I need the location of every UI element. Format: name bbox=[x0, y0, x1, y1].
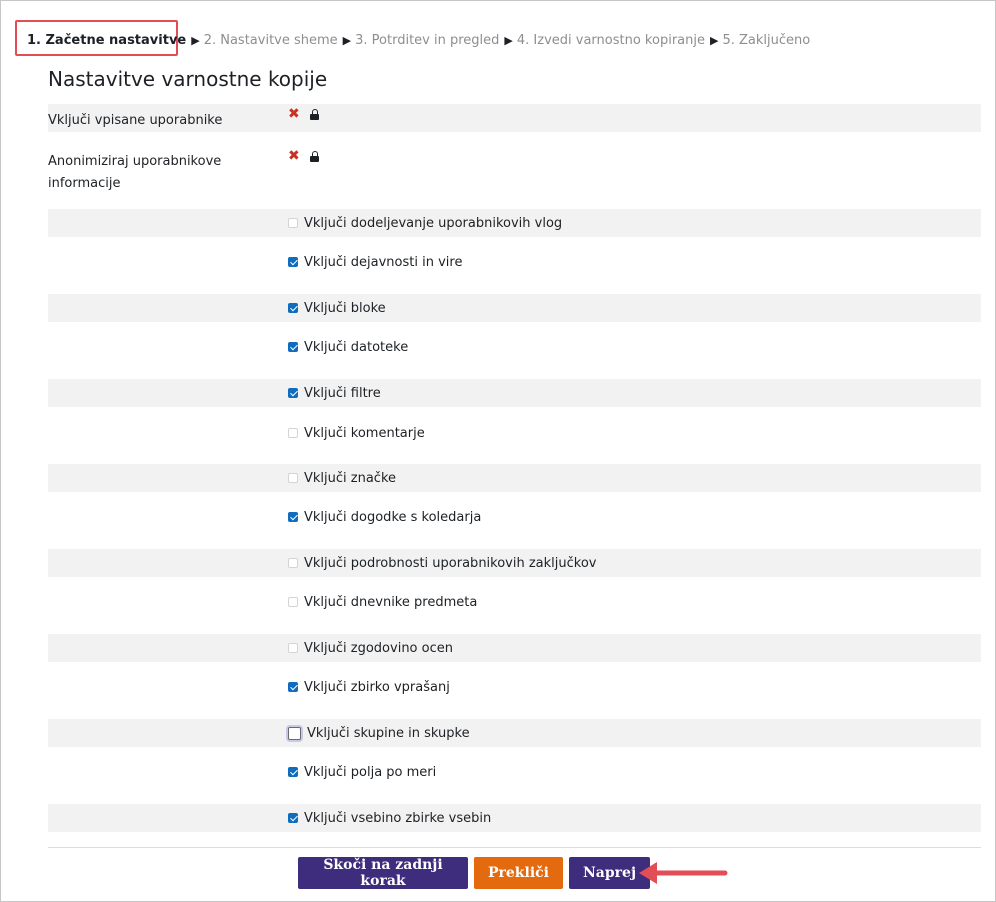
checkbox[interactable] bbox=[288, 643, 298, 653]
option-blocks[interactable]: Vključi bloke bbox=[288, 294, 386, 322]
checkbox[interactable] bbox=[288, 558, 298, 568]
checkbox[interactable] bbox=[288, 682, 298, 692]
option-row: Vključi dejavnosti in vire bbox=[48, 248, 981, 276]
option-label: Vključi skupine in skupke bbox=[307, 725, 470, 741]
step-arrow-icon: ▶ bbox=[191, 34, 200, 47]
backup-settings-panel: 1. Začetne nastavitve ▶ 2. Nastavitve sh… bbox=[0, 0, 996, 902]
progress-steps: 1. Začetne nastavitve ▶ 2. Nastavitve sh… bbox=[27, 33, 810, 48]
option-label: Vključi podrobnosti uporabnikovih zaklju… bbox=[304, 555, 597, 571]
option-label: Vključi filtre bbox=[304, 385, 381, 401]
setting-label: Anonimiziraj uporabnikove informacije bbox=[48, 154, 222, 191]
setting-state: ✖ bbox=[288, 149, 320, 163]
option-role-assignments[interactable]: Vključi dodeljevanje uporabnikovih vlog bbox=[288, 209, 562, 237]
lock-icon bbox=[309, 108, 320, 120]
setting-row-anonymize: Anonimiziraj uporabnikove informacije ✖ bbox=[48, 146, 981, 196]
option-filters[interactable]: Vključi filtre bbox=[288, 379, 381, 407]
option-row: Vključi skupine in skupke bbox=[48, 719, 981, 747]
option-calendar-events[interactable]: Vključi dogodke s koledarja bbox=[288, 503, 481, 531]
option-label: Vključi dejavnosti in vire bbox=[304, 254, 463, 270]
setting-label: Vključi vpisane uporabnike bbox=[48, 113, 223, 128]
step-complete: 5. Zaključeno bbox=[722, 33, 811, 48]
option-label: Vključi značke bbox=[304, 470, 397, 486]
option-comments[interactable]: Vključi komentarje bbox=[288, 419, 425, 447]
option-row: Vključi dogodke s koledarja bbox=[48, 503, 981, 531]
step-initial-settings: 1. Začetne nastavitve bbox=[27, 33, 187, 48]
step-arrow-icon: ▶ bbox=[504, 34, 513, 47]
option-label: Vključi dnevnike predmeta bbox=[304, 594, 478, 610]
checkbox[interactable] bbox=[288, 388, 298, 398]
skip-to-final-step-button[interactable]: Skoči na zadnji korak bbox=[298, 857, 468, 889]
checkbox[interactable] bbox=[288, 473, 298, 483]
option-label: Vključi polja po meri bbox=[304, 764, 437, 780]
option-row: Vključi filtre bbox=[48, 379, 981, 407]
checkbox[interactable] bbox=[288, 218, 298, 228]
option-label: Vključi bloke bbox=[304, 300, 386, 316]
option-label: Vključi zgodovino ocen bbox=[304, 640, 453, 656]
option-groups-groupings[interactable]: Vključi skupine in skupke bbox=[288, 719, 470, 747]
annotation-arrow-icon bbox=[639, 862, 728, 884]
setting-row-enrolled-users: Vključi vpisane uporabnike ✖ bbox=[48, 104, 981, 132]
action-buttons: Skoči na zadnji korak Prekliči Naprej bbox=[298, 857, 651, 889]
step-confirmation-review: 3. Potrditev in pregled bbox=[355, 33, 500, 48]
lock-icon bbox=[309, 150, 320, 162]
step-schema-settings: 2. Nastavitve sheme bbox=[203, 33, 338, 48]
cancel-button[interactable]: Prekliči bbox=[474, 857, 563, 889]
option-content-bank[interactable]: Vključi vsebino zbirke vsebin bbox=[288, 804, 491, 832]
x-icon: ✖ bbox=[288, 148, 300, 164]
option-label: Vključi zbirko vprašanj bbox=[304, 679, 450, 695]
page-title: Nastavitve varnostne kopije bbox=[48, 67, 328, 91]
option-label: Vključi komentarje bbox=[304, 425, 425, 441]
option-row: Vključi bloke bbox=[48, 294, 981, 322]
option-grade-history[interactable]: Vključi zgodovino ocen bbox=[288, 634, 453, 662]
step-perform-backup: 4. Izvedi varnostno kopiranje bbox=[516, 33, 705, 48]
option-completion-details[interactable]: Vključi podrobnosti uporabnikovih zaklju… bbox=[288, 549, 597, 577]
option-row: Vključi značke bbox=[48, 464, 981, 492]
checkbox[interactable] bbox=[288, 726, 301, 740]
option-row: Vključi podrobnosti uporabnikovih zaklju… bbox=[48, 549, 981, 577]
x-icon: ✖ bbox=[288, 106, 300, 122]
option-label: Vključi dodeljevanje uporabnikovih vlog bbox=[304, 215, 563, 231]
option-row: Vključi dodeljevanje uporabnikovih vlog bbox=[48, 209, 981, 237]
option-label: Vključi dogodke s koledarja bbox=[304, 509, 482, 525]
option-question-bank[interactable]: Vključi zbirko vprašanj bbox=[288, 673, 450, 701]
checkbox[interactable] bbox=[288, 303, 298, 313]
checkbox[interactable] bbox=[288, 428, 298, 438]
option-row: Vključi zgodovino ocen bbox=[48, 634, 981, 662]
checkbox[interactable] bbox=[288, 342, 298, 352]
option-row: Vključi komentarje bbox=[48, 419, 981, 447]
checkbox[interactable] bbox=[288, 597, 298, 607]
checkbox[interactable] bbox=[288, 257, 298, 267]
option-activities-resources[interactable]: Vključi dejavnosti in vire bbox=[288, 248, 462, 276]
checkbox[interactable] bbox=[288, 813, 298, 823]
step-arrow-icon: ▶ bbox=[342, 34, 352, 47]
option-badges[interactable]: Vključi značke bbox=[288, 464, 396, 492]
divider bbox=[48, 847, 981, 848]
checkbox[interactable] bbox=[288, 767, 298, 777]
option-row: Vključi dnevnike predmeta bbox=[48, 588, 981, 616]
option-row: Vključi datoteke bbox=[48, 333, 981, 361]
option-label: Vključi vsebino zbirke vsebin bbox=[304, 810, 492, 826]
option-course-logs[interactable]: Vključi dnevnike predmeta bbox=[288, 588, 477, 616]
step-arrow-icon: ▶ bbox=[709, 34, 719, 47]
option-custom-fields[interactable]: Vključi polja po meri bbox=[288, 758, 436, 786]
option-row: Vključi polja po meri bbox=[48, 758, 981, 786]
setting-state: ✖ bbox=[288, 107, 320, 121]
option-row: Vključi zbirko vprašanj bbox=[48, 673, 981, 701]
checkbox[interactable] bbox=[288, 512, 298, 522]
option-files[interactable]: Vključi datoteke bbox=[288, 333, 408, 361]
option-label: Vključi datoteke bbox=[304, 339, 409, 355]
option-row: Vključi vsebino zbirke vsebin bbox=[48, 804, 981, 832]
